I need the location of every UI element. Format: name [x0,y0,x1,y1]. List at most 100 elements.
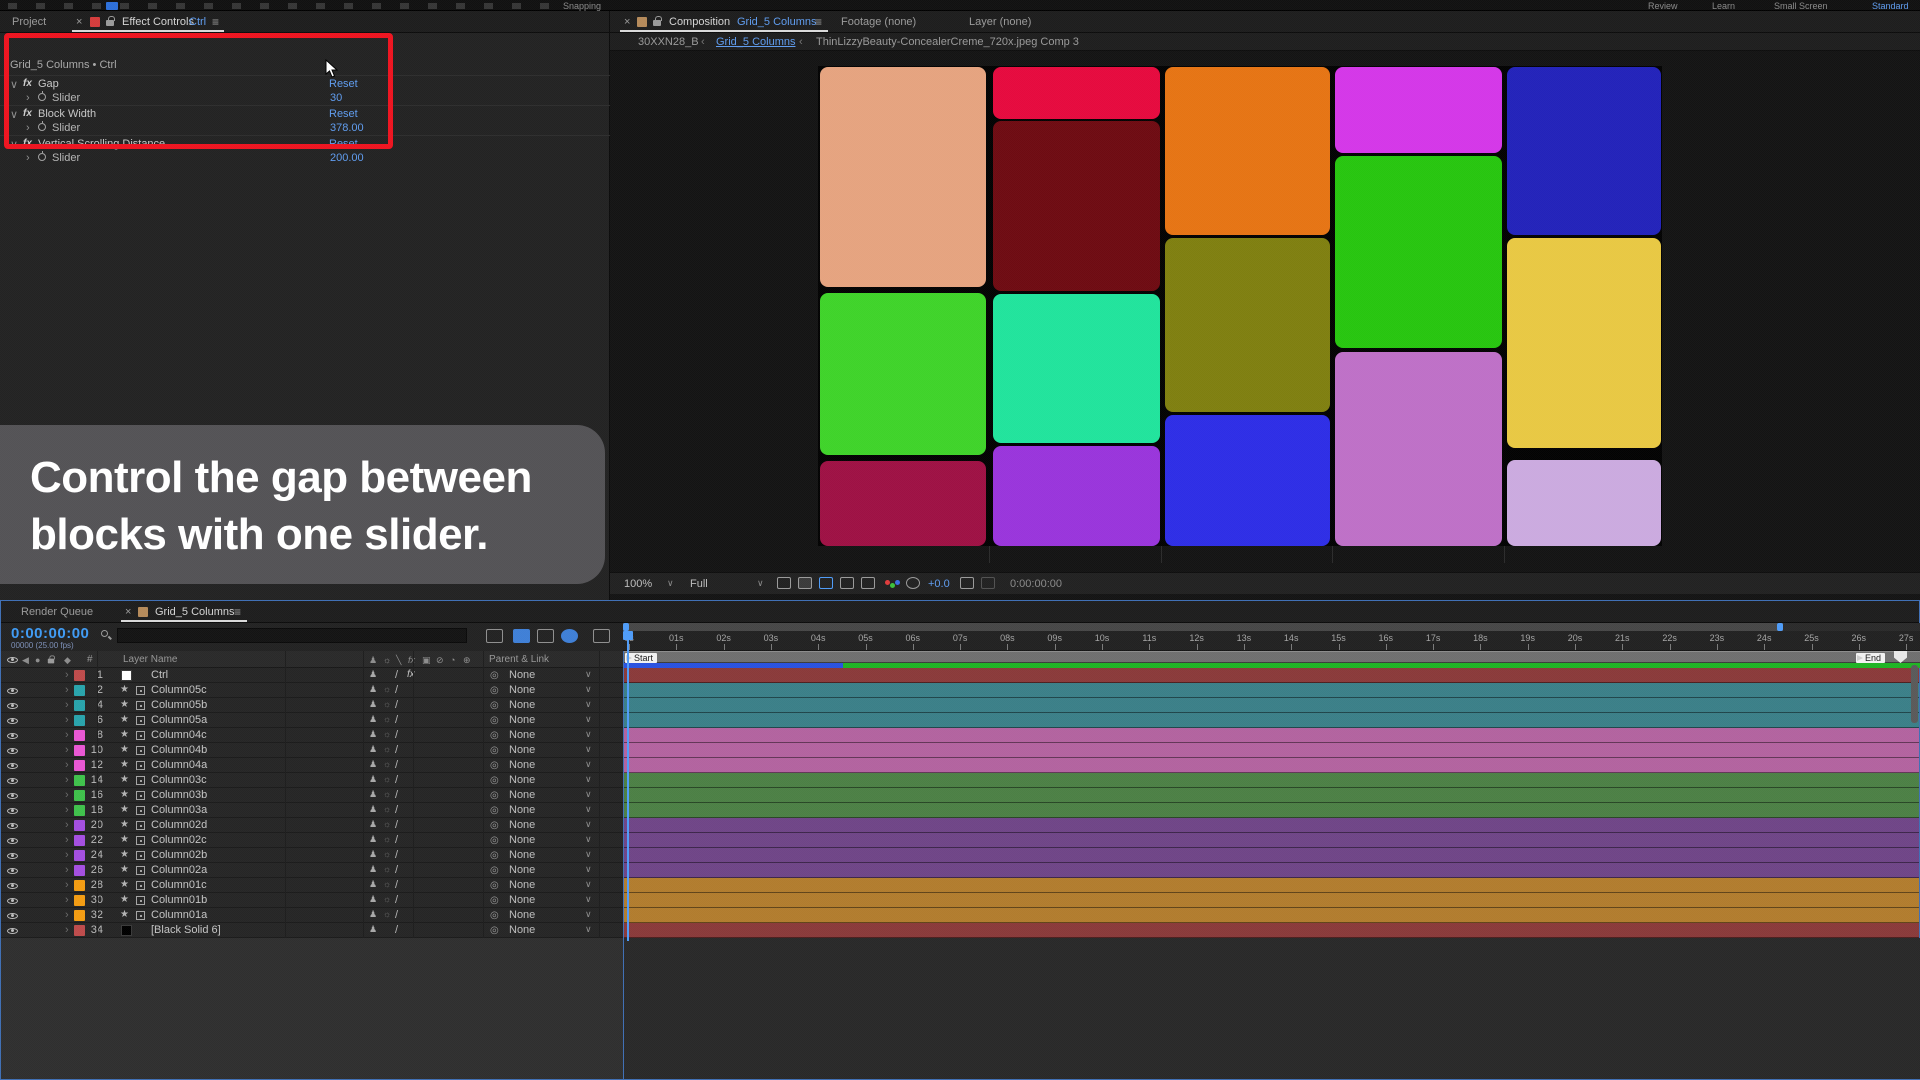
layer-row[interactable]: ›18★Column03a♟☼/◎None∨ [1,803,623,818]
parent-dropdown[interactable]: None [509,699,535,711]
layer-label-chip[interactable] [74,880,85,891]
quality-switch[interactable]: / [395,789,398,801]
frame-blending-icon[interactable] [561,629,578,643]
shy-icon[interactable]: ★ [120,774,129,785]
grid-guides-icon[interactable] [819,577,833,589]
layer-duration-bar[interactable] [623,848,1919,863]
rasterize-icon[interactable] [136,746,145,755]
quality-switch[interactable]: / [395,909,398,921]
layer-name[interactable]: Column02a [151,864,207,876]
panel-menu-icon[interactable]: ≡ [234,605,241,619]
layer-row[interactable]: ›16★Column03b♟☼/◎None∨ [1,788,623,803]
rasterize-icon[interactable] [136,911,145,920]
collapse-switch[interactable]: ♟ [369,819,377,830]
layer-label-chip[interactable] [74,670,85,681]
rasterize-icon[interactable] [136,761,145,770]
effects-switch[interactable]: ☼ [383,759,391,769]
layer-label-chip[interactable] [74,805,85,816]
navigator-start-handle[interactable] [623,623,629,631]
chevron-down-icon[interactable]: ∨ [585,684,592,695]
close-icon[interactable]: × [125,606,131,618]
layer-name[interactable]: Column04b [151,744,207,756]
parent-pickwhip-icon[interactable]: ◎ [490,790,499,801]
snapping-toggle[interactable]: Snapping [563,1,601,11]
chevron-down-icon[interactable]: ∨ [757,578,764,589]
parent-dropdown[interactable]: None [509,909,535,921]
chevron-down-icon[interactable]: ∨ [585,759,592,770]
shy-icon[interactable]: ★ [120,879,129,890]
parent-pickwhip-icon[interactable]: ◎ [490,820,499,831]
chevron-down-icon[interactable]: ∨ [585,774,592,785]
expand-arrow-icon[interactable]: › [65,729,69,741]
magnification-select[interactable]: 100% [624,578,652,590]
parent-pickwhip-icon[interactable]: ◎ [490,805,499,816]
active-tool-icon[interactable] [106,2,118,10]
collapse-switch[interactable]: ♟ [369,804,377,815]
tab-layer[interactable]: Layer (none) [969,16,1031,28]
parent-dropdown[interactable]: None [509,864,535,876]
expand-arrow-icon[interactable]: › [65,894,69,906]
video-visibility-icon[interactable] [7,775,18,785]
layer-row[interactable]: ›24★Column02b♟☼/◎None∨ [1,848,623,863]
layer-name[interactable]: Column05a [151,714,207,726]
expand-arrow-icon[interactable]: › [65,789,69,801]
mask-visibility-icon[interactable] [840,577,854,589]
expand-arrow-icon[interactable]: › [65,684,69,696]
layer-duration-bar[interactable] [623,908,1919,923]
chevron-down-icon[interactable]: ∨ [585,699,592,710]
effects-switch[interactable]: ☼ [383,894,391,904]
expand-arrow-icon[interactable]: › [65,804,69,816]
layer-name[interactable]: Column04a [151,759,207,771]
layer-duration-bar[interactable] [623,788,1919,803]
layer-name[interactable]: Column01a [151,909,207,921]
shy-icon[interactable]: ★ [120,699,129,710]
quality-switch[interactable]: / [395,819,398,831]
layer-duration-bar[interactable] [623,818,1919,833]
parent-link-header[interactable]: Parent & Link [489,654,549,665]
collapse-switch[interactable]: ♟ [369,864,377,875]
video-visibility-icon[interactable] [7,895,18,905]
quality-switch[interactable]: / [395,729,398,741]
layer-duration-bar[interactable] [623,878,1919,893]
workspace-standard[interactable]: Standard [1872,1,1909,11]
layer-row[interactable]: ›32★Column01a♟☼/◎None∨ [1,908,623,923]
parent-pickwhip-icon[interactable]: ◎ [490,895,499,906]
collapse-switch[interactable]: ♟ [369,894,377,905]
show-snapshot-icon[interactable] [981,577,995,589]
layer-name[interactable]: Column04c [151,729,207,741]
quality-switch[interactable]: / [395,879,398,891]
search-input[interactable] [117,628,467,643]
video-visibility-icon[interactable] [7,820,18,830]
parent-pickwhip-icon[interactable]: ◎ [490,865,499,876]
layer-duration-bar[interactable] [623,923,1919,938]
comp-marker-end[interactable]: End [1856,653,1885,663]
video-visibility-icon[interactable] [7,880,18,890]
quality-switch[interactable]: / [395,699,398,711]
layer-label-chip[interactable] [74,730,85,741]
quality-switch[interactable]: / [395,864,398,876]
time-navigator[interactable] [623,623,1920,631]
parent-pickwhip-icon[interactable]: ◎ [490,925,499,936]
tab-effect-controls-target[interactable]: Ctrl [189,16,206,28]
collapse-switch[interactable]: ♟ [369,744,377,755]
collapse-switch[interactable]: ♟ [369,714,377,725]
panel-menu-icon[interactable]: ≡ [212,15,219,29]
effect-slider-row[interactable]: ›Slider200.00 [0,150,610,165]
close-icon[interactable]: × [624,16,630,28]
layer-duration-bar[interactable] [623,668,1919,683]
parent-dropdown[interactable]: None [509,744,535,756]
collapse-switch[interactable]: ♟ [369,834,377,845]
layer-label-chip[interactable] [74,835,85,846]
layer-name[interactable]: Column02c [151,834,207,846]
video-visibility-icon[interactable] [7,745,18,755]
layer-label-chip[interactable] [74,715,85,726]
shy-icon[interactable]: ★ [120,834,129,845]
layer-row[interactable]: ›2★Column05c♟☼/◎None∨ [1,683,623,698]
effects-switch[interactable]: ☼ [383,729,391,739]
video-visibility-icon[interactable] [7,835,18,845]
shy-icon[interactable]: ★ [120,804,129,815]
video-visibility-icon[interactable] [7,730,18,740]
shy-icon[interactable]: ★ [120,894,129,905]
draft-3d-icon[interactable] [513,629,530,643]
rasterize-icon[interactable] [136,896,145,905]
